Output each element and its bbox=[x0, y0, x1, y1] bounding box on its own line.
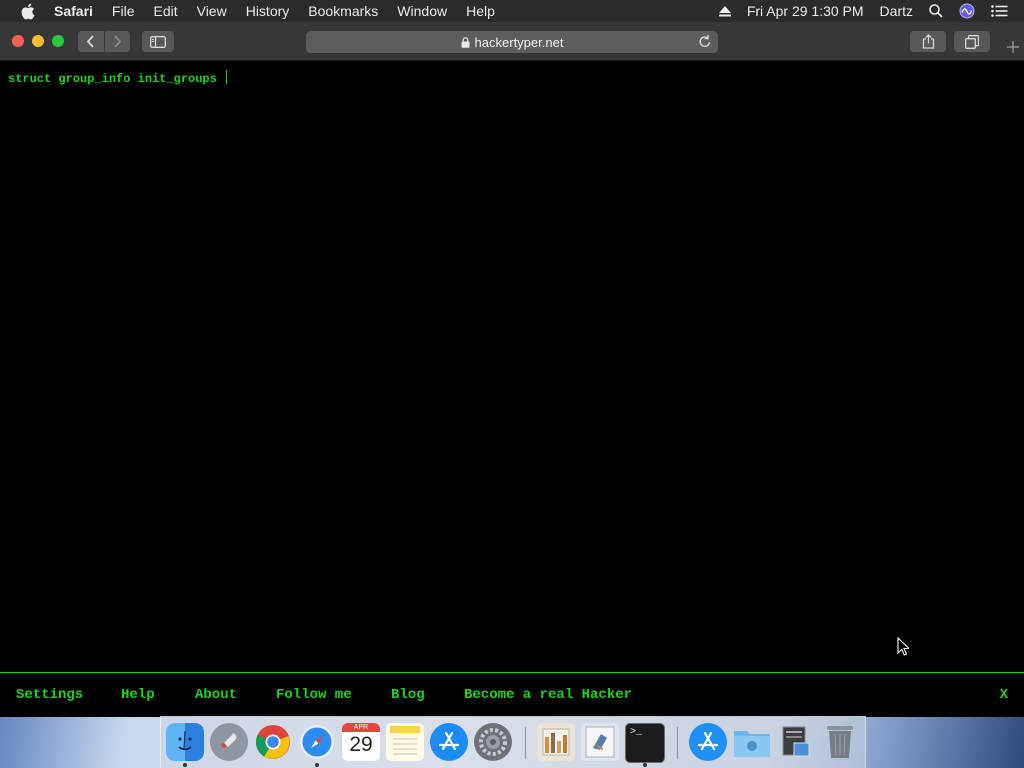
notification-center-icon[interactable] bbox=[991, 5, 1008, 17]
sidebar-toggle-button[interactable] bbox=[142, 31, 174, 52]
footer-bar: Settings Help About Follow me Blog Becom… bbox=[0, 672, 1024, 717]
safari-toolbar: hackertyper.net bbox=[0, 22, 1024, 61]
dock: APR 29 >_ bbox=[160, 716, 866, 768]
console-text: struct group_info init_groups bbox=[8, 72, 225, 86]
menu-edit[interactable]: Edit bbox=[153, 0, 177, 22]
notes-icon[interactable] bbox=[386, 723, 424, 761]
menu-view[interactable]: View bbox=[197, 0, 227, 22]
apple-menu-icon[interactable] bbox=[20, 3, 36, 19]
terminal-running-dot bbox=[643, 763, 647, 767]
hackertyper-page[interactable]: struct group_info init_groups Settings H… bbox=[0, 61, 1024, 717]
share-button[interactable] bbox=[910, 31, 946, 52]
mouse-cursor-icon bbox=[897, 636, 911, 661]
footer-link-follow-me[interactable]: Follow me bbox=[276, 687, 352, 703]
calendar-day: 29 bbox=[349, 733, 373, 756]
safari-running-dot bbox=[315, 763, 319, 767]
menu-bookmarks[interactable]: Bookmarks bbox=[308, 0, 378, 22]
finder-running-dot bbox=[183, 763, 187, 767]
menu-history[interactable]: History bbox=[246, 0, 290, 22]
tab-overview-button[interactable] bbox=[954, 31, 990, 52]
address-bar[interactable]: hackertyper.net bbox=[306, 31, 718, 53]
lock-icon bbox=[461, 36, 470, 48]
launchpad-icon[interactable] bbox=[210, 723, 248, 761]
menu-help[interactable]: Help bbox=[466, 0, 495, 22]
terminal-prompt: >_ bbox=[630, 727, 643, 738]
footer-link-blog[interactable]: Blog bbox=[391, 687, 425, 703]
forward-button[interactable] bbox=[103, 31, 131, 52]
footer-link-about[interactable]: About bbox=[195, 687, 237, 703]
chrome-icon[interactable] bbox=[254, 723, 292, 761]
console-output[interactable]: struct group_info init_groups bbox=[8, 70, 228, 86]
menubar-clock[interactable]: Fri Apr 29 1:30 PM bbox=[747, 3, 864, 19]
documents-stack-icon[interactable] bbox=[777, 723, 815, 761]
menu-app-safari[interactable]: Safari bbox=[54, 0, 93, 22]
footer-link-become-hacker[interactable]: Become a real Hacker bbox=[464, 687, 632, 703]
menu-file[interactable]: File bbox=[112, 0, 135, 22]
dock-separator bbox=[525, 727, 526, 759]
reload-icon[interactable] bbox=[698, 34, 712, 49]
back-button[interactable] bbox=[78, 31, 104, 52]
new-tab-icon[interactable] bbox=[1006, 40, 1020, 54]
calendar-icon[interactable]: APR 29 bbox=[342, 723, 380, 761]
app-store-downloads-icon[interactable] bbox=[689, 723, 727, 761]
safari-window: hackertyper.net struct group_info init_g… bbox=[0, 22, 1024, 717]
eject-icon[interactable] bbox=[718, 5, 731, 17]
menu-window[interactable]: Window bbox=[397, 0, 447, 22]
url-text[interactable]: hackertyper.net bbox=[475, 35, 564, 50]
terminal-icon[interactable]: >_ bbox=[625, 723, 665, 763]
system-preferences-icon[interactable] bbox=[474, 723, 512, 761]
downloads-folder-icon[interactable] bbox=[733, 723, 771, 761]
footer-link-settings[interactable]: Settings bbox=[16, 687, 83, 703]
window-minimize-button[interactable] bbox=[32, 35, 44, 47]
app-store-icon[interactable] bbox=[430, 723, 468, 761]
menubar-user[interactable]: Dartz bbox=[880, 3, 913, 19]
window-close-button[interactable] bbox=[12, 35, 24, 47]
spreadsheet-app-icon[interactable] bbox=[537, 723, 575, 761]
dock-separator-2 bbox=[677, 727, 678, 759]
footer-close-button[interactable]: X bbox=[1000, 687, 1008, 703]
siri-icon[interactable] bbox=[959, 3, 975, 19]
text-caret bbox=[226, 70, 228, 84]
window-fullscreen-button[interactable] bbox=[52, 35, 64, 47]
calendar-month: APR bbox=[342, 723, 380, 732]
history-nav bbox=[78, 31, 130, 52]
mail-icon[interactable] bbox=[581, 723, 619, 761]
finder-icon[interactable] bbox=[166, 723, 204, 761]
menu-bar: Safari File Edit View History Bookmarks … bbox=[0, 0, 1024, 22]
trash-icon[interactable] bbox=[821, 723, 859, 761]
footer-link-help[interactable]: Help bbox=[121, 687, 155, 703]
spotlight-search-icon[interactable] bbox=[929, 4, 943, 18]
safari-app-icon[interactable] bbox=[298, 723, 336, 761]
